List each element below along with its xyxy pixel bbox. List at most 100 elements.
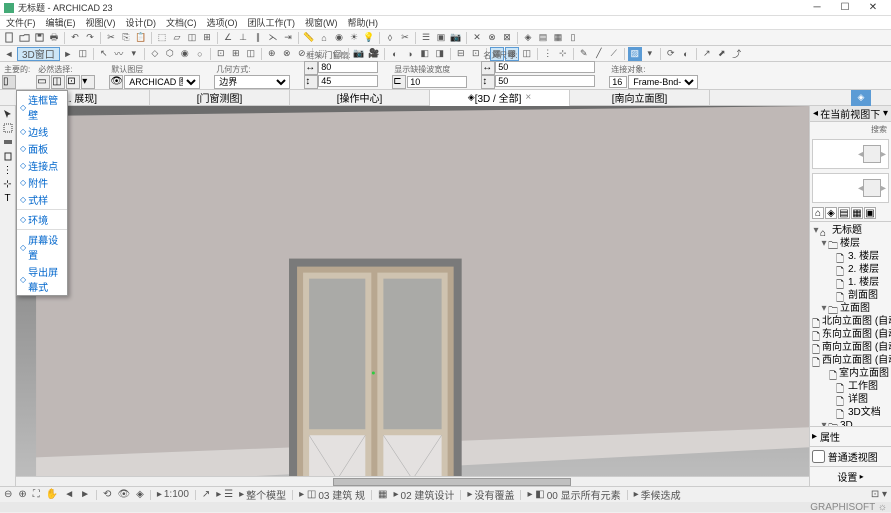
window-icon[interactable]: ◫ — [76, 47, 90, 61]
x1-icon[interactable]: ✕ — [470, 31, 484, 45]
fwd-icon[interactable]: ► — [61, 47, 75, 61]
ico25[interactable]: ⟳ — [664, 47, 678, 61]
grid-icon[interactable]: ▦ — [551, 31, 565, 45]
nav-btn-4[interactable]: ▦ — [851, 207, 863, 219]
arrow-icon[interactable]: ↖ — [97, 47, 111, 61]
ico24[interactable]: ▾ — [643, 47, 657, 61]
drop-icon[interactable]: ▾ — [127, 47, 141, 61]
ico9[interactable]: ⊗ — [280, 47, 294, 61]
geom-select[interactable]: 边界 — [214, 75, 290, 89]
nav-btn-3[interactable]: ▤ — [838, 207, 850, 219]
tree-node-1[interactable]: ▾🗀楼层 — [810, 237, 891, 250]
popup-item-3[interactable]: ◇ 连接点 — [17, 157, 67, 174]
menu-view[interactable]: 视图(V) — [82, 16, 120, 29]
sb-pan[interactable]: ✋ — [46, 489, 58, 500]
offset-icon[interactable]: ⇥ — [281, 31, 295, 45]
cam-icon[interactable]: 📷 — [449, 31, 463, 45]
arrow-tool[interactable] — [2, 108, 14, 120]
info-sel-ico2[interactable]: ◫ — [51, 75, 65, 89]
nav-btn-2[interactable]: ◈ — [825, 207, 837, 219]
reveal-icon[interactable]: ⊏ — [392, 75, 406, 89]
sb-fit[interactable]: ⛶ — [33, 489, 40, 500]
tree-node-13[interactable]: 🗋详图 — [810, 393, 891, 406]
wall-tool[interactable] — [2, 136, 14, 148]
menu-help[interactable]: 帮助(H) — [344, 16, 383, 29]
ico7[interactable]: ◫ — [244, 47, 258, 61]
popup-item-0[interactable]: ◇ 连框管壁 — [17, 91, 67, 123]
tab-3d[interactable]: ◈ [3D / 全部]× — [430, 90, 570, 106]
layer-select[interactable]: ARCHICAD 图层 — [124, 75, 200, 89]
link-select[interactable]: Frame-Bnd-080 — [628, 75, 698, 89]
sb-walk[interactable]: 👁 — [117, 489, 130, 500]
tool-a-icon[interactable]: ▱ — [170, 31, 184, 45]
maximize-button[interactable]: ☐ — [831, 2, 859, 13]
ico15[interactable]: ◧ — [418, 47, 432, 61]
menu-file[interactable]: 文件(F) — [2, 16, 40, 29]
ico14[interactable]: ◑ — [403, 47, 417, 61]
redo-icon[interactable]: ↷ — [83, 31, 97, 45]
view-check[interactable] — [812, 449, 825, 464]
menu-design[interactable]: 设计(D) — [122, 16, 161, 29]
ico13[interactable]: ◐ — [388, 47, 402, 61]
cube2-icon[interactable]: ◈ — [521, 31, 535, 45]
menu-edit[interactable]: 编辑(E) — [42, 16, 80, 29]
minimize-button[interactable]: ─ — [803, 2, 831, 13]
sb-persp[interactable]: ◈ — [136, 489, 144, 500]
tab-orient-button[interactable]: ◈ — [851, 90, 871, 106]
undo-icon[interactable]: ↶ — [68, 31, 82, 45]
popup-item-5[interactable]: ◇ 式样 — [17, 191, 67, 208]
frame-w-input[interactable] — [318, 61, 378, 73]
sb-arrow[interactable]: ↗ — [202, 489, 210, 500]
layer-icon[interactable]: ☰ — [419, 31, 433, 45]
viewport-scroll-h[interactable] — [16, 476, 809, 486]
info-sel-ico3[interactable]: ⊡ — [66, 75, 80, 89]
sb-scale[interactable]: ▸ 1:100 — [157, 489, 189, 500]
nav-btn-5[interactable]: ▣ — [864, 207, 876, 219]
tree-node-7[interactable]: 🗋北向立面图 (自动重 — [810, 315, 891, 328]
nav-btn-1[interactable]: ⌂ — [812, 207, 824, 219]
sb-zoomout[interactable]: ⊖ — [4, 489, 12, 500]
tree-node-3[interactable]: 🗋2. 楼层 — [810, 263, 891, 276]
measure-icon[interactable]: 📏 — [302, 31, 316, 45]
new-icon[interactable] — [2, 31, 16, 45]
sb-zoomin[interactable]: ⊕ — [18, 489, 26, 500]
popup-item-6[interactable]: ◇ 环境 — [17, 211, 67, 228]
popup-item-4[interactable]: ◇ 附件 — [17, 174, 67, 191]
paste-icon[interactable]: 📋 — [134, 31, 148, 45]
tree-node-0[interactable]: ▾⌂无标题 — [810, 224, 891, 237]
section-icon[interactable]: ✂ — [398, 31, 412, 45]
angle-icon[interactable]: ∠ — [221, 31, 235, 45]
info-sel-ico4[interactable]: ▾ — [81, 75, 95, 89]
size-w-icon[interactable]: ↔ — [481, 61, 495, 75]
pick-icon[interactable]: ⬚ — [155, 31, 169, 45]
ico5[interactable]: ⊡ — [214, 47, 228, 61]
eye-icon[interactable]: 👁 — [109, 75, 123, 89]
tree-node-8[interactable]: 🗋东向立面图 (自动重 — [810, 328, 891, 341]
size-w-input[interactable] — [495, 61, 595, 73]
sb-next[interactable]: ► — [80, 489, 90, 500]
reveal-input[interactable] — [407, 76, 467, 88]
sb-prev[interactable]: ◄ — [64, 489, 74, 500]
open-icon[interactable] — [17, 31, 31, 45]
x2-icon[interactable]: ⊗ — [485, 31, 499, 45]
save-icon[interactable] — [32, 31, 46, 45]
menu-teamwork[interactable]: 团队工作(T) — [244, 16, 300, 29]
marquee-tool[interactable] — [2, 122, 14, 134]
popup-item-2[interactable]: ◇ 面板 — [17, 140, 67, 157]
ico6[interactable]: ⊞ — [229, 47, 243, 61]
text-tool[interactable]: T — [2, 192, 14, 204]
parallel-icon[interactable]: ∥ — [251, 31, 265, 45]
tool-c-icon[interactable]: ⊞ — [200, 31, 214, 45]
cut-icon[interactable]: ✂ — [104, 31, 118, 45]
tab-door[interactable]: [门窗测图] — [150, 90, 290, 106]
bulb-icon[interactable]: 💡 — [362, 31, 376, 45]
link-n-input[interactable] — [609, 76, 627, 88]
info-main-icon[interactable]: ▯ — [2, 75, 16, 89]
frame-w-icon[interactable]: ↔ — [304, 61, 318, 75]
menu-document[interactable]: 文档(C) — [162, 16, 201, 29]
sb-grid[interactable]: ▦ — [378, 489, 387, 500]
view3d-icon[interactable]: ◊ — [383, 31, 397, 45]
x3-icon[interactable]: ⊠ — [500, 31, 514, 45]
tool-b-icon[interactable]: ◫ — [185, 31, 199, 45]
print-icon[interactable]: 🖶 — [47, 31, 61, 45]
